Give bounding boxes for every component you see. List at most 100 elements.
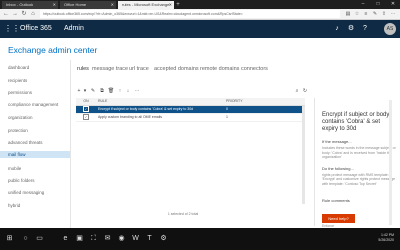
store-icon[interactable]: ⛶ bbox=[88, 233, 99, 244]
tab-rules[interactable]: rules bbox=[77, 66, 89, 72]
rule-name: Apply custom branding to all OME emails bbox=[98, 115, 162, 119]
close-tab-icon[interactable]: ✕ bbox=[169, 1, 172, 9]
move-down-icon[interactable]: ↓ bbox=[124, 87, 132, 95]
nav-item-hybrid[interactable]: hybrid bbox=[8, 203, 20, 208]
rules-table: ON RULE PRIORITY ✓ Encrypt if subject or… bbox=[76, 98, 305, 122]
nav-item-recipients[interactable]: recipients bbox=[8, 78, 27, 83]
word-icon[interactable]: W bbox=[130, 233, 141, 244]
checkbox[interactable]: ✓ bbox=[83, 106, 89, 113]
left-nav: dashboard recipients permissions complia… bbox=[0, 60, 71, 228]
app-launcher-icon[interactable]: ⋮⋮ bbox=[4, 25, 20, 33]
eac-header: Exchange admin center bbox=[0, 38, 400, 60]
o365-brand[interactable]: Office 365 bbox=[20, 24, 52, 34]
page-title: Exchange admin center bbox=[8, 45, 98, 55]
forward-icon[interactable]: → bbox=[11, 10, 19, 18]
browser-tab-active[interactable]: rules - Microsoft Exchange ✕ bbox=[118, 1, 174, 9]
rule-priority: 0 bbox=[226, 107, 228, 111]
header-rule[interactable]: RULE bbox=[98, 98, 223, 105]
new-tab-icon[interactable]: + bbox=[174, 1, 182, 9]
tab-message-trace[interactable]: message trace bbox=[92, 66, 128, 72]
move-up-icon[interactable]: ↑ bbox=[116, 87, 124, 95]
tab-remote-domains[interactable]: remote domains bbox=[200, 66, 239, 72]
chevron-down-icon[interactable]: ▾ bbox=[81, 87, 89, 95]
outlook-icon[interactable]: ◉ bbox=[116, 233, 127, 244]
close-tab-icon[interactable]: ✕ bbox=[111, 1, 114, 9]
share-icon[interactable]: ⇪ bbox=[380, 10, 388, 18]
header-on[interactable]: ON bbox=[78, 98, 94, 105]
clock-date: 5/26/2020 bbox=[378, 238, 394, 242]
row-on-cell: ✓ bbox=[78, 114, 94, 121]
browser-tab[interactable]: Office Home ✕ bbox=[60, 1, 116, 9]
home-icon[interactable]: ⌂ bbox=[29, 10, 37, 18]
search-icon[interactable]: ⌕ bbox=[293, 87, 301, 95]
selection-status: 1 selected of 2 total bbox=[167, 212, 199, 216]
tab-label: Office Home bbox=[64, 2, 87, 7]
minimize-icon[interactable]: – bbox=[356, 0, 370, 9]
detail-scrollbar[interactable] bbox=[389, 100, 392, 225]
clock[interactable]: 1:42 PM 5/26/2020 bbox=[362, 233, 394, 243]
gear-icon[interactable]: ⚙ bbox=[346, 24, 356, 34]
settings-taskbar-icon[interactable]: ⚙ bbox=[158, 233, 169, 244]
help-icon[interactable]: ? bbox=[360, 24, 370, 34]
detail-if-text: Includes these words in the message subj… bbox=[322, 146, 396, 159]
nav-item-unified-messaging[interactable]: unified messaging bbox=[8, 190, 44, 195]
close-window-icon[interactable]: ✕ bbox=[386, 0, 400, 9]
search-taskbar-icon[interactable]: ○ bbox=[20, 233, 31, 244]
nav-item-public-folders[interactable]: public folders bbox=[8, 178, 35, 183]
tab-connectors[interactable]: connectors bbox=[241, 66, 268, 72]
maximize-icon[interactable]: □ bbox=[371, 0, 385, 9]
table-row[interactable]: ✓ Apply custom branding to all OME email… bbox=[76, 114, 305, 122]
favorite-icon[interactable]: ☆ bbox=[353, 10, 361, 18]
notes-icon[interactable]: ✎ bbox=[371, 10, 379, 18]
header-priority[interactable]: PRIORITY bbox=[226, 98, 246, 105]
tab-url-trace[interactable]: url trace bbox=[129, 66, 149, 72]
browser-tab[interactable]: Inbox - Outlook ✕ bbox=[2, 1, 58, 9]
detail-comments-label: Rule comments bbox=[322, 198, 350, 203]
edge-icon[interactable]: e bbox=[60, 233, 71, 244]
nav-item-compliance-management[interactable]: compliance management bbox=[8, 102, 58, 107]
checkbox[interactable]: ✓ bbox=[83, 114, 89, 121]
tab-label: rules - Microsoft Exchange bbox=[122, 2, 170, 7]
edit-icon[interactable]: ✎ bbox=[89, 87, 97, 95]
explorer-icon[interactable]: ▣ bbox=[74, 233, 85, 244]
close-tab-icon[interactable]: ✕ bbox=[53, 1, 56, 9]
delete-icon[interactable]: 🗑 bbox=[107, 87, 115, 95]
nav-item-dashboard[interactable]: dashboard bbox=[8, 65, 29, 70]
bell-icon[interactable]: ♪ bbox=[332, 24, 342, 34]
browser-tab-bar: Inbox - Outlook ✕ Office Home ✕ rules - Mi… bbox=[0, 0, 400, 9]
task-view-icon[interactable]: ▭ bbox=[34, 233, 45, 244]
main-content: rules message trace url trace accepted d… bbox=[71, 60, 400, 228]
url-field[interactable]: https://outlook.office365.com/ecp/?rfr=A… bbox=[40, 10, 340, 18]
refresh-list-icon[interactable]: ↻ bbox=[301, 87, 309, 95]
nav-item-mail-flow[interactable]: mail flow bbox=[0, 151, 70, 158]
more-options-icon[interactable]: ⋯ bbox=[133, 87, 141, 95]
avatar[interactable]: AS bbox=[384, 23, 396, 35]
refresh-icon[interactable]: ↻ bbox=[20, 10, 28, 18]
mail-icon[interactable]: ✉ bbox=[102, 233, 113, 244]
detail-do-label: Do the following... bbox=[322, 165, 354, 171]
feedback-button[interactable]: Need help? bbox=[322, 214, 355, 223]
taskbar: ⊞ ○ ▭ e ▣ ⛶ ✉ ◉ W T ⚙ 1:42 PM 5/26/2020 bbox=[0, 228, 400, 250]
table-scrollbar[interactable] bbox=[302, 106, 305, 204]
nav-item-protection[interactable]: protection bbox=[8, 128, 28, 133]
detail-if-label: If the message... bbox=[322, 139, 352, 144]
nav-item-advanced-threats[interactable]: advanced threats bbox=[8, 140, 43, 145]
back-icon[interactable]: ← bbox=[2, 10, 10, 18]
nav-item-mobile[interactable]: mobile bbox=[8, 166, 21, 171]
tab-label: Inbox - Outlook bbox=[6, 2, 34, 7]
nav-item-permissions[interactable]: permissions bbox=[8, 90, 32, 95]
rule-priority: 1 bbox=[226, 115, 228, 119]
tab-accepted-domains[interactable]: accepted domains bbox=[154, 66, 199, 72]
admin-label: Admin bbox=[64, 25, 84, 32]
detail-do-text: rights protect message with RMS template… bbox=[322, 172, 396, 186]
copy-icon[interactable]: ⧉ bbox=[98, 87, 106, 95]
start-icon[interactable]: ⊞ bbox=[4, 233, 15, 244]
rule-name: Encrypt if subject or body contains 'Cob… bbox=[98, 107, 194, 111]
address-bar-row: ← → ↻ ⌂ https://outlook.office365.com/ec… bbox=[0, 9, 400, 20]
favorites-list-icon[interactable]: ≡ bbox=[362, 10, 370, 18]
nav-item-organization[interactable]: organization bbox=[8, 115, 33, 120]
table-row[interactable]: ✓ Encrypt if subject or body contains 'C… bbox=[76, 106, 305, 114]
teams-icon[interactable]: T bbox=[144, 233, 155, 244]
reading-view-icon[interactable]: ▤ bbox=[344, 10, 352, 18]
more-icon[interactable]: ⋯ bbox=[389, 10, 397, 18]
